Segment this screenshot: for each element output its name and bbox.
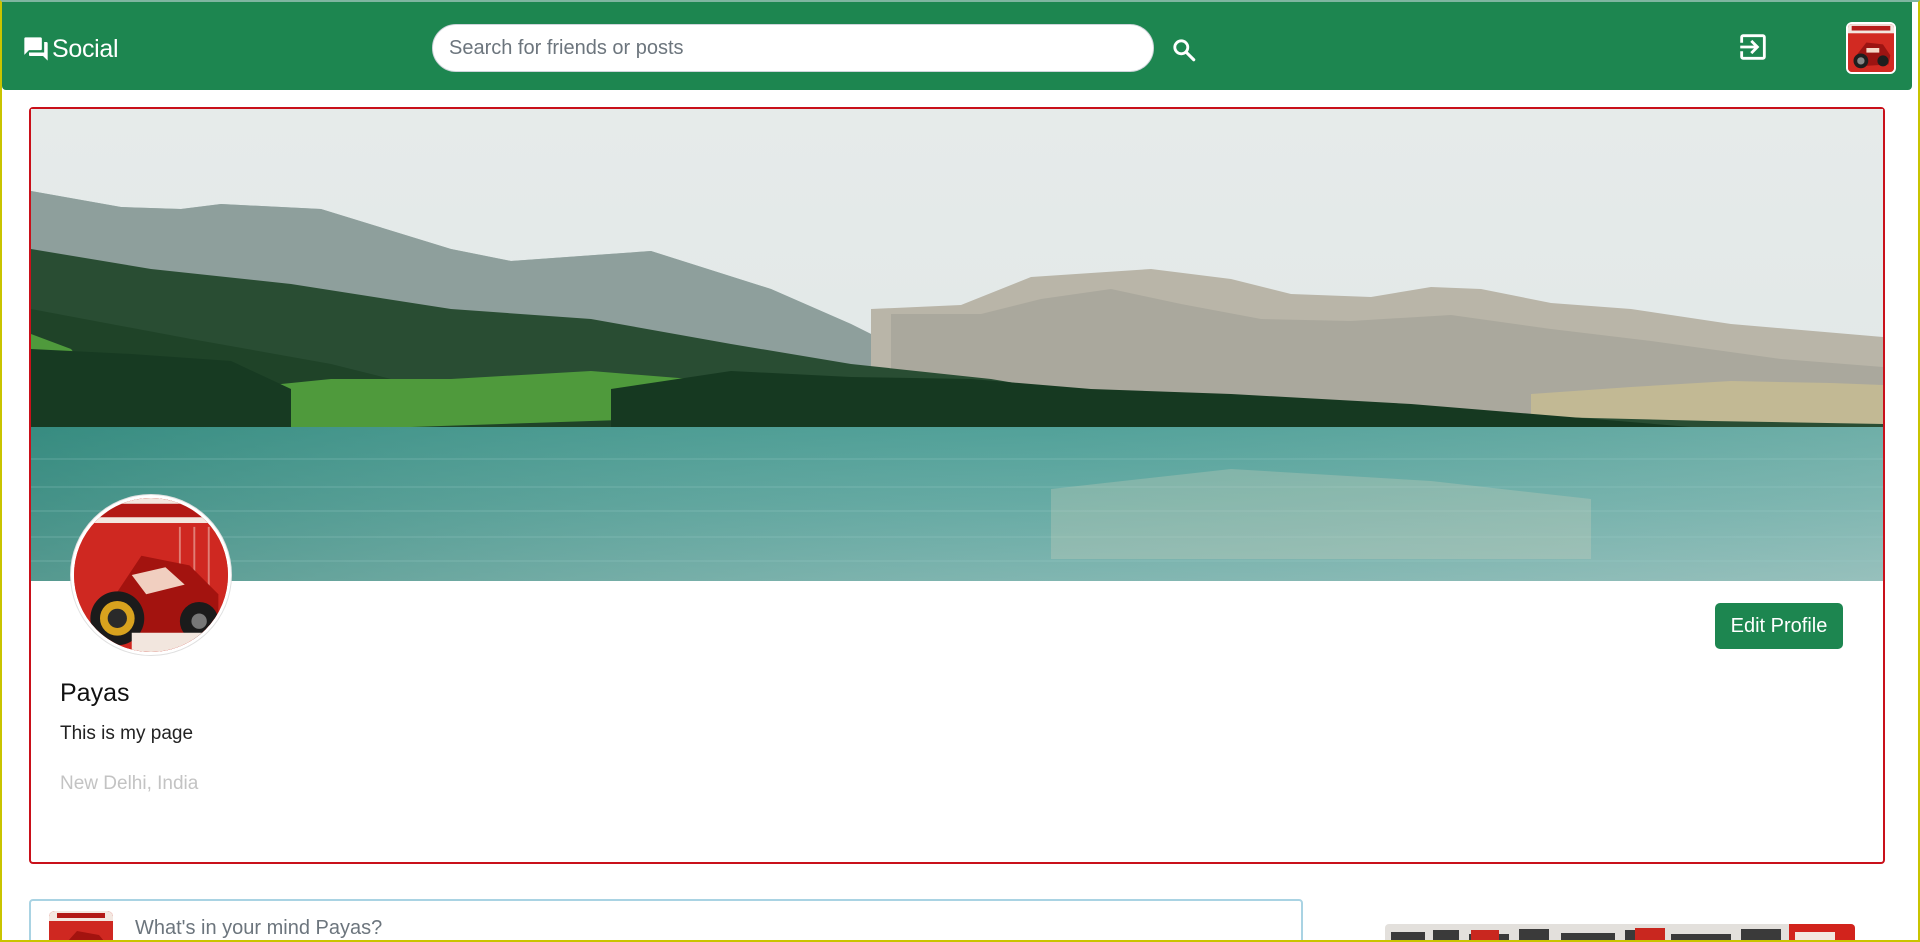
profile-avatar[interactable] (71, 495, 231, 655)
chat-bubbles-icon (24, 37, 48, 61)
post-composer (29, 899, 1303, 942)
sidebar-ad-image[interactable] (1385, 924, 1855, 942)
edit-profile-button[interactable]: Edit Profile (1715, 603, 1843, 649)
brand-logo[interactable]: Social (22, 34, 119, 64)
search-button[interactable] (1170, 36, 1198, 64)
search-input[interactable] (432, 24, 1154, 72)
lake-mountains-image (31, 109, 1883, 581)
profile-location: New Delhi, India (60, 773, 199, 794)
race-car-image (49, 911, 113, 942)
search-icon (1173, 39, 1196, 62)
brand-name: Social (52, 34, 119, 63)
race-car-image (1848, 24, 1894, 72)
post-input[interactable] (135, 913, 1235, 942)
profile-name: Payas (60, 679, 130, 707)
user-avatar[interactable] (1846, 22, 1896, 74)
cover-photo (31, 109, 1883, 581)
logout-button[interactable] (1736, 30, 1770, 64)
profile-bio: This is my page (60, 723, 194, 744)
race-car-image (74, 498, 228, 652)
profile-card: Edit Profile Payas This is my page New D… (29, 107, 1885, 864)
composer-avatar (49, 911, 113, 942)
top-navbar: Social (2, 2, 1912, 90)
logout-icon (1740, 34, 1766, 60)
newspaper-collage-image (1385, 924, 1855, 942)
